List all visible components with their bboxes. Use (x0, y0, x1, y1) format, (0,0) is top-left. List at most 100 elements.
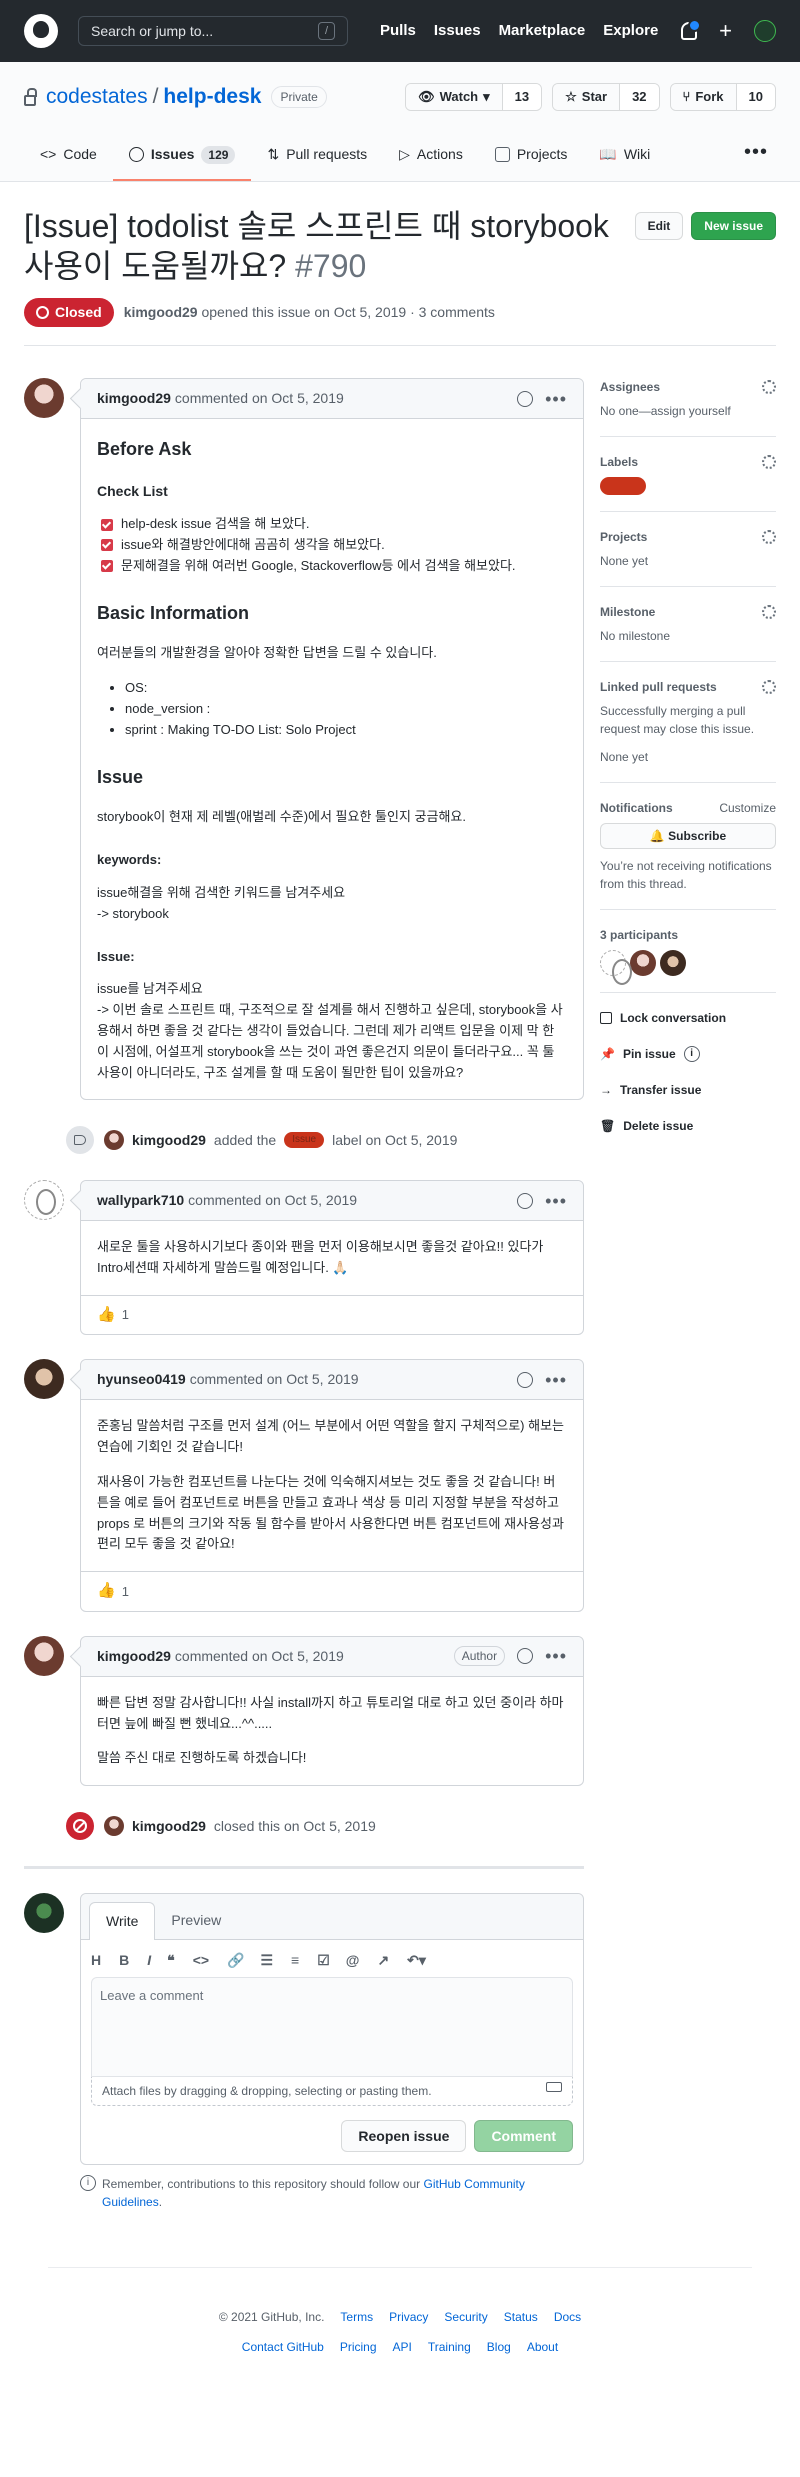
link-icon[interactable]: 🔗 (227, 1950, 244, 1971)
tab-preview[interactable]: Preview (155, 1902, 237, 1939)
watch-count[interactable]: 13 (502, 84, 542, 110)
mention-icon[interactable]: @ (346, 1950, 360, 1971)
lock-conversation-action[interactable]: Lock conversation (600, 1009, 776, 1027)
footer-link-about[interactable]: About (527, 2338, 558, 2356)
footer-link-blog[interactable]: Blog (487, 2338, 511, 2356)
avatar[interactable] (104, 1816, 124, 1837)
gear-icon[interactable] (762, 530, 776, 544)
subscribe-button[interactable]: 🔔 Subscribe (600, 823, 776, 849)
new-issue-button[interactable]: New issue (691, 212, 776, 240)
tab-actions[interactable]: ▷ Actions (383, 136, 479, 181)
info-icon[interactable]: i (683, 1046, 700, 1062)
bold-icon[interactable]: B (119, 1950, 129, 1971)
watch-button[interactable]: 👁 Watch ▾ (406, 84, 503, 110)
avatar[interactable] (24, 1635, 64, 1676)
quote-icon[interactable]: ❝ (167, 1950, 175, 1971)
thumbs-up-icon[interactable]: 👍 (97, 1304, 116, 1327)
task-list-icon[interactable]: ☑ (317, 1950, 330, 1971)
sidebar-heading[interactable]: Milestone (600, 603, 776, 621)
tab-write[interactable]: Write (89, 1902, 156, 1941)
avatar[interactable] (600, 950, 632, 985)
smiley-icon[interactable] (517, 1192, 534, 1209)
tab-wiki[interactable]: 📖 Wiki (583, 136, 666, 181)
footer-link-training[interactable]: Training (428, 2338, 471, 2356)
comment-author[interactable]: kimgood29 (97, 1646, 171, 1667)
search-input[interactable]: Search or jump to... / (78, 16, 348, 46)
cross-reference-icon[interactable]: ↗ (377, 1950, 389, 1971)
comment-author[interactable]: hyunseo0419 (97, 1369, 186, 1390)
footer-link-docs[interactable]: Docs (554, 2308, 581, 2326)
tab-pull-requests[interactable]: ⇅ Pull requests (251, 136, 383, 181)
sidebar-heading[interactable]: Projects (600, 528, 776, 546)
gear-icon[interactable] (762, 455, 776, 469)
customize-link[interactable]: Customize (719, 799, 776, 817)
sidebar-heading[interactable]: Assignees (600, 378, 776, 396)
star-count[interactable]: 32 (620, 84, 659, 110)
more-tabs-icon[interactable]: ••• (736, 137, 776, 181)
avatar[interactable] (24, 1359, 64, 1400)
tab-code[interactable]: <> Code (24, 136, 113, 181)
tab-projects[interactable]: Projects (479, 136, 584, 181)
kebab-horizontal-icon[interactable]: ••• (545, 390, 567, 408)
footer-link-contact[interactable]: Contact GitHub (242, 2338, 324, 2356)
event-actor[interactable]: kimgood29 (132, 1816, 206, 1837)
comment-timestamp[interactable]: commented on Oct 5, 2019 (188, 1190, 357, 1211)
sidebar-heading[interactable]: Labels (600, 453, 776, 471)
footer-link-api[interactable]: API (393, 2338, 412, 2356)
unordered-list-icon[interactable]: ☰ (260, 1950, 273, 1971)
footer-link-security[interactable]: Security (444, 2308, 487, 2326)
star-button[interactable]: ☆ Star (553, 84, 621, 110)
footer-link-status[interactable]: Status (504, 2308, 538, 2326)
avatar[interactable] (24, 378, 64, 418)
smiley-icon[interactable] (517, 390, 534, 407)
transfer-issue-action[interactable]: → Transfer issue (600, 1081, 776, 1099)
code-icon[interactable]: <> (193, 1950, 209, 1971)
pin-issue-action[interactable]: 📌 Pin issue i (600, 1045, 776, 1063)
italic-icon[interactable]: I (147, 1950, 151, 1971)
delete-issue-action[interactable]: 🗑 Delete issue (600, 1117, 776, 1135)
repo-name-link[interactable]: help-desk (163, 81, 261, 113)
comment-timestamp[interactable]: commented on Oct 5, 2019 (175, 388, 344, 409)
fork-count[interactable]: 10 (736, 84, 775, 110)
nav-issues[interactable]: Issues (434, 20, 481, 43)
comment-author[interactable]: kimgood29 (97, 388, 171, 409)
thumbs-up-icon[interactable]: 👍 (97, 1580, 116, 1603)
create-new-plus-icon[interactable]: + (719, 20, 732, 42)
user-avatar[interactable] (754, 20, 776, 42)
github-logo-icon[interactable] (24, 14, 58, 48)
nav-marketplace[interactable]: Marketplace (499, 20, 586, 43)
avatar[interactable] (24, 1180, 64, 1221)
gear-icon[interactable] (762, 380, 776, 394)
attach-files-bar[interactable]: Attach files by dragging & dropping, sel… (91, 2077, 573, 2107)
edit-button[interactable]: Edit (634, 212, 684, 240)
heading-icon[interactable]: H (91, 1950, 101, 1971)
repo-owner-link[interactable]: codestates (46, 81, 148, 113)
gear-icon[interactable] (762, 605, 776, 619)
sidebar-heading[interactable]: Linked pull requests (600, 678, 776, 696)
nav-explore[interactable]: Explore (603, 20, 658, 43)
event-actor[interactable]: kimgood29 (132, 1130, 206, 1151)
comment-timestamp[interactable]: commented on Oct 5, 2019 (175, 1646, 344, 1667)
footer-link-privacy[interactable]: Privacy (389, 2308, 428, 2326)
nav-pulls[interactable]: Pulls (380, 20, 416, 43)
kebab-horizontal-icon[interactable]: ••• (545, 1647, 567, 1665)
ordered-list-icon[interactable]: ≡ (291, 1950, 299, 1971)
comment-timestamp[interactable]: commented on Oct 5, 2019 (190, 1369, 359, 1390)
notification-bell-icon[interactable] (681, 19, 702, 40)
gear-icon[interactable] (762, 680, 776, 694)
kebab-horizontal-icon[interactable]: ••• (545, 1371, 567, 1389)
smiley-icon[interactable] (517, 1371, 534, 1388)
avatar[interactable] (24, 1893, 64, 1934)
comment-textarea[interactable]: Leave a comment (91, 1977, 573, 2078)
comment-button[interactable]: Comment (474, 2120, 573, 2153)
smiley-icon[interactable] (517, 1648, 534, 1665)
assignees-value[interactable]: No one—assign yourself (600, 402, 776, 420)
footer-link-terms[interactable]: Terms (340, 2308, 373, 2326)
issue-author-link[interactable]: kimgood29 (124, 304, 198, 320)
markdown-icon[interactable] (546, 2082, 562, 2093)
label-pill[interactable]: Issue (284, 1132, 325, 1149)
footer-link-pricing[interactable]: Pricing (340, 2338, 377, 2356)
comment-author[interactable]: wallypark710 (97, 1190, 184, 1211)
checkbox-checked[interactable] (101, 518, 113, 531)
label-pill[interactable] (600, 477, 646, 495)
